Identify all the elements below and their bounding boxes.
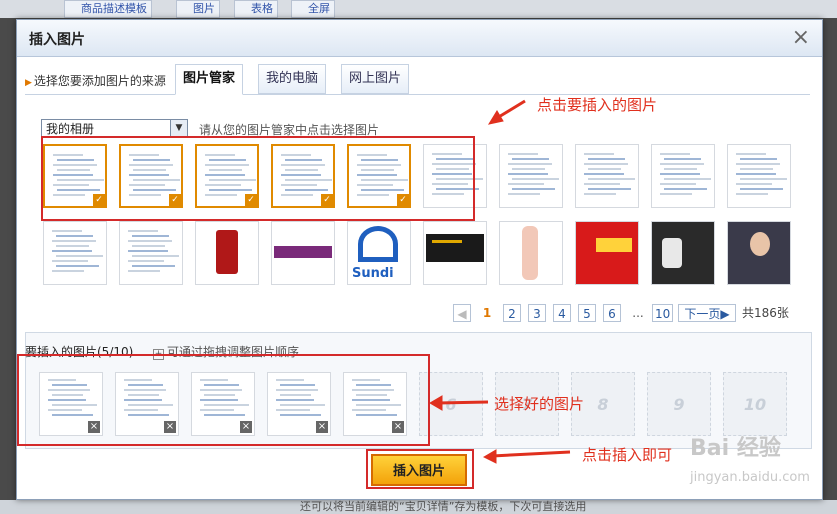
arrow-icon <box>482 449 497 464</box>
annotation-click-picture: 点击要插入的图片 <box>537 96 658 114</box>
watermark-url: jingyan.baidu.com <box>690 470 810 485</box>
annotation-click-insert: 点击插入即可 <box>582 446 673 464</box>
watermark-logo: Bai 经验 <box>690 436 781 461</box>
arrow-icon <box>487 110 504 125</box>
arrow-icon <box>429 395 443 411</box>
annotation-selected-pictures: 选择好的图片 <box>494 395 585 413</box>
